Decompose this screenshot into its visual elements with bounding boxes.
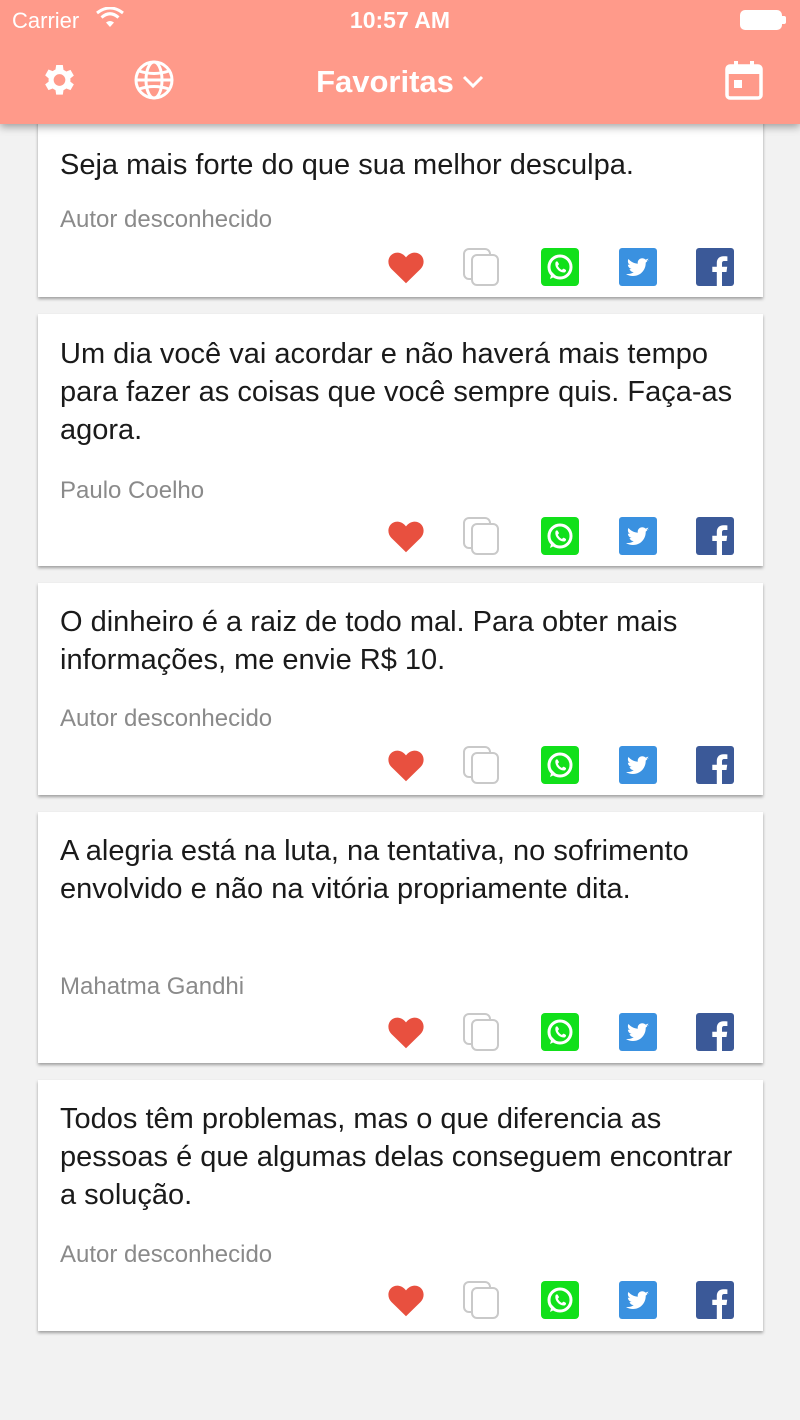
quote-card: A alegria está na luta, na tentativa, no… — [38, 812, 763, 1063]
copy-icon — [463, 517, 499, 555]
quote-card: Seja mais forte do que sua melhor descul… — [38, 96, 763, 297]
calendar-button[interactable] — [722, 58, 766, 102]
page-title: Favoritas — [316, 64, 454, 99]
copy-icon — [463, 746, 499, 784]
quote-actions — [38, 1280, 763, 1322]
quote-author: Autor desconhecido — [60, 1241, 273, 1268]
status-bar: Carrier 10:57 AM — [0, 0, 800, 40]
quote-card: Um dia você vai acordar e não haverá mai… — [38, 314, 763, 566]
twitter-share-button[interactable] — [618, 1012, 658, 1052]
heart-icon — [388, 1017, 424, 1049]
whatsapp-share-button[interactable] — [540, 247, 580, 287]
quote-text: A alegria está na luta, na tentativa, no… — [60, 835, 689, 905]
heart-icon — [388, 750, 424, 782]
facebook-icon — [696, 746, 734, 784]
favorite-button[interactable] — [386, 247, 426, 287]
whatsapp-share-button[interactable] — [540, 1280, 580, 1320]
battery-icon — [740, 10, 786, 30]
facebook-share-button[interactable] — [695, 516, 735, 556]
app-header: Carrier 10:57 AM Favoritas — [0, 0, 800, 124]
whatsapp-share-button[interactable] — [540, 1012, 580, 1052]
facebook-icon — [696, 1281, 734, 1319]
twitter-icon — [619, 517, 657, 555]
twitter-icon — [619, 746, 657, 784]
favorite-button[interactable] — [386, 516, 426, 556]
facebook-share-button[interactable] — [695, 1012, 735, 1052]
heart-icon — [388, 252, 424, 284]
favorite-button[interactable] — [386, 1012, 426, 1052]
twitter-share-button[interactable] — [618, 745, 658, 785]
twitter-share-button[interactable] — [618, 247, 658, 287]
whatsapp-icon — [541, 248, 579, 286]
copy-button[interactable] — [462, 1012, 502, 1052]
whatsapp-icon — [541, 1281, 579, 1319]
category-dropdown[interactable]: Favoritas — [0, 64, 800, 100]
facebook-share-button[interactable] — [695, 745, 735, 785]
twitter-share-button[interactable] — [618, 1280, 658, 1320]
quote-card: Todos têm problemas, mas o que diferenci… — [38, 1080, 763, 1331]
facebook-icon — [696, 248, 734, 286]
quote-actions — [38, 1012, 763, 1054]
whatsapp-icon — [541, 746, 579, 784]
quote-author: Autor desconhecido — [60, 705, 273, 732]
quote-text: Seja mais forte do que sua melhor descul… — [60, 149, 634, 181]
quote-actions — [38, 745, 763, 787]
copy-button[interactable] — [462, 516, 502, 556]
calendar-icon — [725, 61, 763, 100]
copy-button[interactable] — [462, 1280, 502, 1320]
facebook-share-button[interactable] — [695, 1280, 735, 1320]
whatsapp-icon — [541, 517, 579, 555]
quote-author: Mahatma Gandhi — [60, 973, 245, 1000]
quote-author: Autor desconhecido — [60, 206, 273, 233]
copy-button[interactable] — [462, 745, 502, 785]
chevron-down-icon — [462, 75, 483, 88]
heart-icon — [388, 521, 424, 553]
nav-bar: Favoritas — [0, 44, 800, 124]
facebook-share-button[interactable] — [695, 247, 735, 287]
whatsapp-share-button[interactable] — [540, 745, 580, 785]
facebook-icon — [696, 1013, 734, 1051]
copy-icon — [463, 248, 499, 286]
quote-text: O dinheiro é a raiz de todo mal. Para ob… — [60, 606, 678, 676]
favorite-button[interactable] — [386, 1280, 426, 1320]
copy-icon — [463, 1281, 499, 1319]
quote-card: O dinheiro é a raiz de todo mal. Para ob… — [38, 583, 763, 795]
copy-icon — [463, 1013, 499, 1051]
twitter-icon — [619, 1013, 657, 1051]
heart-icon — [388, 1285, 424, 1317]
quote-text: Um dia você vai acordar e não haverá mai… — [60, 338, 733, 446]
twitter-share-button[interactable] — [618, 516, 658, 556]
quote-actions — [38, 247, 763, 289]
copy-button[interactable] — [462, 247, 502, 287]
twitter-icon — [619, 248, 657, 286]
quote-text: Todos têm problemas, mas o que diferenci… — [60, 1103, 733, 1211]
whatsapp-share-button[interactable] — [540, 516, 580, 556]
favorite-button[interactable] — [386, 745, 426, 785]
facebook-icon — [696, 517, 734, 555]
twitter-icon — [619, 1281, 657, 1319]
quote-author: Paulo Coelho — [60, 477, 205, 504]
quote-actions — [38, 516, 763, 558]
status-time: 10:57 AM — [349, 7, 451, 33]
whatsapp-icon — [541, 1013, 579, 1051]
